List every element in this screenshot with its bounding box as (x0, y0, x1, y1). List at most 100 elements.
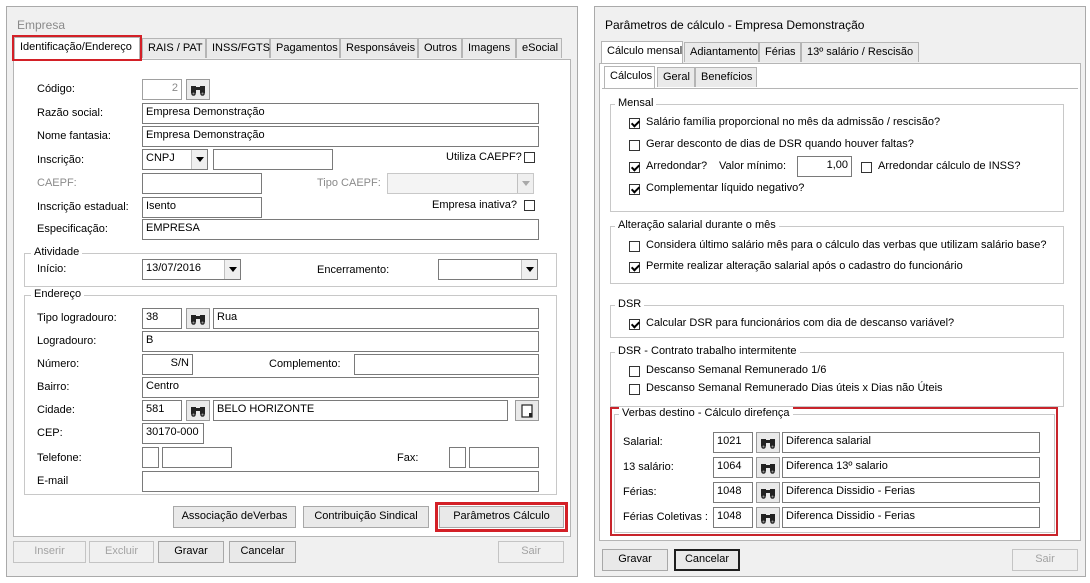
tipo-logradouro-label: Tipo logradouro: (37, 312, 117, 324)
cidade-code-field[interactable]: 581 (142, 400, 182, 421)
main-tab-bar: Cálculo mensal Adiantamento Férias 13º s… (599, 41, 1083, 64)
sair-button[interactable]: Sair (498, 541, 564, 563)
inserir-button[interactable]: Inserir (13, 541, 86, 563)
sair-button[interactable]: Sair (1012, 549, 1078, 571)
inscricao-field[interactable] (213, 149, 333, 170)
chevron-down-icon (517, 174, 533, 193)
tab-esocial[interactable]: eSocial (516, 38, 562, 58)
logradouro-label: Logradouro: (37, 335, 97, 347)
fax-ddd-field[interactable] (449, 447, 466, 468)
considera-ultimo-salario-label: Considera último salário mês para o cálc… (646, 239, 1047, 251)
verba-13-salario-code-field[interactable]: 1064 (713, 457, 753, 478)
verba-ferias-lookup-button[interactable] (756, 482, 780, 503)
dsr-1-6-checkbox[interactable] (629, 366, 640, 377)
fax-label: Fax: (397, 452, 419, 464)
cidade-name-field[interactable]: BELO HORIZONTE (213, 400, 508, 421)
tab-ferias[interactable]: Férias (759, 42, 801, 62)
associacao-verbas-button[interactable]: Associação deVerbas (173, 506, 296, 528)
arredondar-inss-checkbox[interactable] (861, 162, 872, 173)
verba-ferias-name-field[interactable]: Diferenca Dissidio - Ferias (782, 482, 1040, 503)
valor-minimo-field[interactable]: 1,00 (797, 156, 852, 177)
inicio-date-picker[interactable]: 13/07/2016 (142, 259, 241, 280)
verba-salarial-lookup-button[interactable] (756, 432, 780, 453)
subtab-calculos[interactable]: Cálculos (604, 66, 655, 88)
cep-label: CEP: (37, 427, 63, 439)
telefone-number-field[interactable] (162, 447, 232, 468)
parametros-calculo-button[interactable]: Parâmetros Cálculo (435, 502, 568, 532)
subtab-geral[interactable]: Geral (657, 67, 695, 87)
codigo-lookup-button[interactable] (186, 79, 210, 100)
complementar-liquido-checkbox[interactable] (629, 184, 640, 195)
encerramento-date-picker[interactable] (438, 259, 538, 280)
tab-outros[interactable]: Outros (418, 38, 462, 58)
logradouro-field[interactable]: B (142, 331, 539, 352)
verba-ferias-coletivas-code-field[interactable]: 1048 (713, 507, 753, 528)
gravar-button[interactable]: Gravar (602, 549, 668, 571)
tab-pagamentos[interactable]: Pagamentos (270, 38, 340, 58)
tab-adiantamento[interactable]: Adiantamento (684, 42, 759, 62)
tab-responsaveis[interactable]: Responsáveis (340, 38, 418, 58)
dsr-dias-uteis-checkbox[interactable] (629, 384, 640, 395)
email-field[interactable] (142, 471, 539, 492)
caepf-field[interactable] (142, 173, 262, 194)
cidade-document-button[interactable] (515, 400, 539, 421)
inscricao-type-select[interactable]: CNPJ (142, 149, 208, 170)
verba-13-salario-name-field[interactable]: Diferenca 13º salario (782, 457, 1040, 478)
verba-ferias-coletivas-name-field[interactable]: Diferenca Dissidio - Ferias (782, 507, 1040, 528)
tab-bar: Identificação/Endereço RAIS / PAT INSS/F… (12, 35, 573, 61)
nome-fantasia-field[interactable]: Empresa Demonstração (142, 126, 539, 147)
calculos-content: Mensal Salário família proporcional no m… (602, 88, 1078, 538)
tipo-logradouro-name-field[interactable]: Rua (213, 308, 539, 329)
endereco-group: Endereço Tipo logradouro: 38 Rua Logrado… (24, 288, 557, 495)
valor-minimo-label: Valor mínimo: (719, 160, 787, 172)
atividade-group-title: Atividade (31, 246, 83, 258)
verba-ferias-code-field[interactable]: 1048 (713, 482, 753, 503)
tab-calculo-mensal[interactable]: Cálculo mensal (601, 41, 683, 63)
salario-familia-checkbox[interactable] (629, 118, 640, 129)
tipo-logradouro-lookup-button[interactable] (186, 308, 210, 329)
excluir-button[interactable]: Excluir (89, 541, 154, 563)
verba-ferias-coletivas-label: Férias Coletivas : (623, 511, 708, 523)
tab-identificacao-endereco[interactable]: Identificação/Endereço (12, 35, 142, 61)
tab-imagens[interactable]: Imagens (462, 38, 516, 58)
especificacao-field[interactable]: EMPRESA (142, 219, 539, 240)
dsr-1-6-label: Descanso Semanal Remunerado 1/6 (646, 364, 827, 376)
verba-salarial-name-field[interactable]: Diferenca salarial (782, 432, 1040, 453)
contribuicao-sindical-button[interactable]: Contribuição Sindical (303, 506, 429, 528)
codigo-field[interactable]: 2 (142, 79, 182, 100)
verbas-destino-group-title: Verbas destino - Cálculo direfença (619, 407, 793, 419)
permite-alteracao-checkbox[interactable] (629, 262, 640, 273)
document-icon (521, 403, 533, 418)
cep-field[interactable]: 30170-000 (142, 423, 204, 444)
tipo-caepf-select[interactable] (387, 173, 534, 194)
tab-13-salario-rescisao[interactable]: 13º salário / Rescisão (801, 42, 919, 62)
gravar-button[interactable]: Gravar (158, 541, 224, 563)
tipo-logradouro-code-field[interactable]: 38 (142, 308, 182, 329)
bairro-field[interactable]: Centro (142, 377, 539, 398)
razao-social-field[interactable]: Empresa Demonstração (142, 103, 539, 124)
cancelar-button[interactable]: Cancelar (229, 541, 296, 563)
verba-13-salario-lookup-button[interactable] (756, 457, 780, 478)
telefone-ddd-field[interactable] (142, 447, 159, 468)
window-title: Parâmetros de cálculo - Empresa Demonstr… (605, 18, 865, 32)
fax-number-field[interactable] (469, 447, 539, 468)
verba-salarial-code-field[interactable]: 1021 (713, 432, 753, 453)
complemento-field[interactable] (354, 354, 539, 375)
cancelar-button[interactable]: Cancelar (674, 549, 740, 571)
arredondar-checkbox[interactable] (629, 162, 640, 173)
cidade-lookup-button[interactable] (186, 400, 210, 421)
inscricao-estadual-field[interactable]: Isento (142, 197, 262, 218)
empresa-inativa-checkbox[interactable] (524, 200, 535, 211)
chevron-down-icon (224, 260, 240, 279)
subtab-beneficios[interactable]: Benefícios (695, 67, 757, 87)
dsr-intermitente-group-title: DSR - Contrato trabalho intermitente (615, 345, 800, 357)
gerar-desconto-dsr-checkbox[interactable] (629, 140, 640, 151)
verba-ferias-coletivas-lookup-button[interactable] (756, 507, 780, 528)
considera-ultimo-salario-checkbox[interactable] (629, 241, 640, 252)
utiliza-caepf-checkbox[interactable] (524, 152, 535, 163)
binoculars-icon (761, 463, 775, 474)
calcular-dsr-checkbox[interactable] (629, 319, 640, 330)
tab-inss-fgts[interactable]: INSS/FGTS (206, 38, 270, 58)
numero-field[interactable]: S/N (142, 354, 193, 375)
tab-rais-pat[interactable]: RAIS / PAT (142, 38, 206, 58)
